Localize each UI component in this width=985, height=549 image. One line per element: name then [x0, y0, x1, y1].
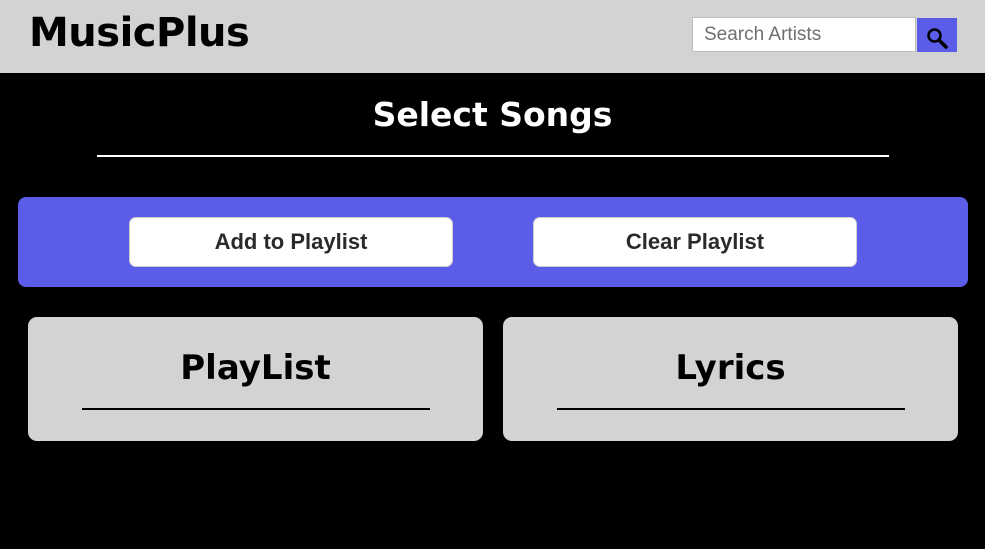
title-divider: [97, 155, 889, 157]
action-bar: Add to Playlist Clear Playlist: [18, 197, 968, 287]
lyrics-title: Lyrics: [675, 348, 786, 388]
playlist-divider: [82, 408, 430, 410]
lyrics-divider: [557, 408, 905, 410]
page-title: Select Songs: [372, 95, 613, 134]
playlist-panel: PlayList: [28, 317, 483, 441]
app-header: MusicPlus: [0, 0, 985, 73]
search-icon: [927, 28, 948, 49]
search-button[interactable]: [917, 18, 957, 52]
search-artists-input[interactable]: [692, 17, 916, 52]
clear-playlist-button[interactable]: Clear Playlist: [533, 217, 857, 267]
lyrics-panel: Lyrics: [503, 317, 958, 441]
playlist-title: PlayList: [180, 348, 331, 388]
brand-logo: MusicPlus: [29, 10, 250, 56]
add-to-playlist-button[interactable]: Add to Playlist: [129, 217, 453, 267]
